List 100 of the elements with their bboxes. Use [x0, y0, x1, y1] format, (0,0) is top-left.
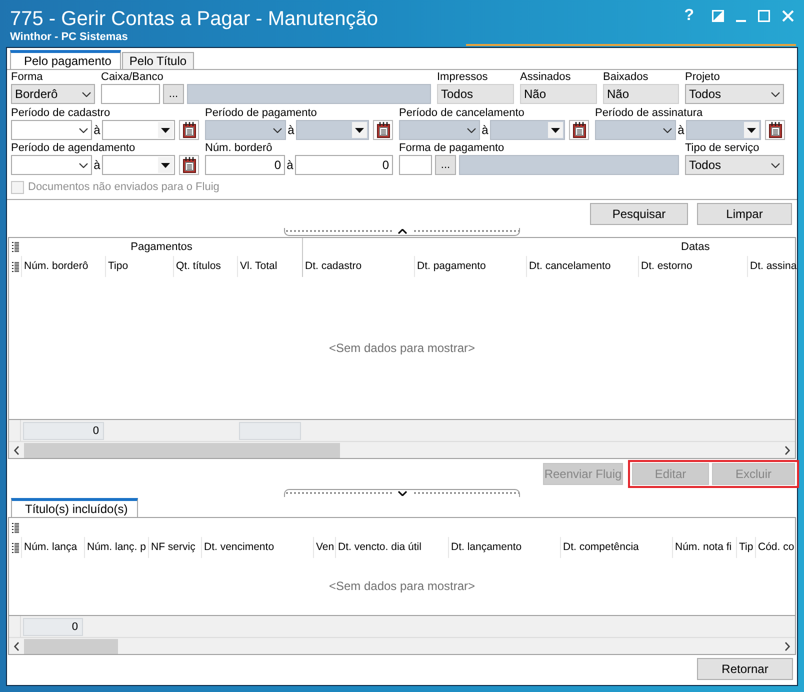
column-header[interactable]: Tipo	[105, 256, 173, 277]
splitter-handle[interactable]	[284, 228, 520, 236]
dropdown[interactable]: Todos	[685, 155, 784, 175]
column-header[interactable]: Vl. Total	[237, 256, 302, 277]
date-field[interactable]	[102, 120, 175, 140]
column-header[interactable]: Núm. nota fi	[672, 537, 736, 558]
field-label: Tipo de serviço	[685, 142, 760, 155]
column-header[interactable]: Dt. assina	[747, 256, 797, 277]
field-label: Período de cancelamento	[399, 107, 526, 120]
chevron-down-icon	[663, 128, 672, 132]
list-icon[interactable]	[12, 262, 18, 272]
scrollbar-thumb[interactable]	[24, 442, 340, 458]
field-label: Forma	[11, 71, 44, 84]
number-field[interactable]: 0	[295, 155, 393, 175]
summary-field: 0	[23, 618, 83, 636]
field-label: Período de assinatura	[595, 107, 704, 120]
column-header[interactable]: Cód. co	[755, 537, 795, 558]
dropdown-button[interactable]	[158, 157, 173, 173]
code-field[interactable]	[399, 155, 432, 175]
empty-message: <Sem dados para mostrar>	[328, 579, 476, 594]
band-header: Datas	[302, 238, 795, 256]
calendar-button[interactable]	[179, 120, 199, 140]
chevron-down-icon	[771, 162, 780, 168]
column-header[interactable]: Tip	[736, 537, 755, 558]
calendar-button[interactable]	[179, 155, 199, 175]
range-separator: à	[92, 158, 102, 172]
column-header[interactable]: Dt. vencto. dia útil	[335, 537, 448, 558]
chevron-down-icon	[79, 128, 88, 132]
field-label: Projeto	[685, 71, 721, 84]
column-header[interactable]: Dt. pagamento	[414, 256, 526, 277]
column-header[interactable]: Dt. estorno	[638, 256, 747, 277]
calendar-icon	[376, 122, 390, 138]
tab[interactable]: Pelo Título	[122, 52, 194, 69]
chevron-down-icon	[82, 92, 91, 96]
range-separator: à	[286, 158, 294, 172]
empty-message: <Sem dados para mostrar>	[328, 340, 476, 356]
column-header[interactable]: Dt. lançamento	[448, 537, 560, 558]
calendar-icon	[182, 157, 196, 173]
column-header[interactable]: Dt. vencimento	[201, 537, 313, 558]
number-field[interactable]: 0	[205, 155, 285, 175]
tab[interactable]: Título(s) incluído(s)	[11, 498, 138, 517]
summary-field: 0	[23, 422, 104, 440]
scrollbar-thumb[interactable]	[24, 638, 118, 654]
list-icon[interactable]	[12, 522, 18, 532]
triangle-down-icon	[161, 128, 170, 132]
column-header[interactable]: Ven	[313, 537, 335, 558]
caret-up-icon	[398, 229, 406, 234]
calendar-icon	[572, 122, 586, 138]
lookup-button[interactable]: ...	[163, 84, 184, 104]
triangle-down-icon	[161, 162, 170, 168]
readonly-field: Não	[603, 84, 679, 104]
band-header: Pagamentos	[130, 240, 194, 255]
checkbox-label: Documentos não enviados para o Fluig	[28, 181, 220, 194]
calendar-button[interactable]	[373, 120, 393, 140]
chevron-right-icon	[785, 642, 790, 650]
dropdown-button[interactable]	[158, 122, 173, 138]
search-button[interactable]: Pesquisar	[590, 203, 688, 225]
chevron-left-icon	[14, 642, 19, 650]
clear-button[interactable]: Limpar	[697, 203, 792, 225]
contrast-icon[interactable]	[712, 10, 724, 22]
column-header[interactable]: Dt. competência	[560, 537, 672, 558]
tab[interactable]: Pelo pagamento	[10, 50, 122, 69]
close-icon[interactable]	[782, 10, 794, 22]
window-title: 775 - Gerir Contas a Pagar - Manutenção	[9, 7, 378, 31]
lookup-button[interactable]: ...	[435, 155, 456, 175]
list-icon[interactable]	[12, 242, 18, 252]
calendar-icon	[182, 122, 196, 138]
triangle-down-icon	[551, 128, 560, 132]
return-button[interactable]: Retornar	[697, 658, 793, 680]
range-separator: à	[480, 122, 490, 138]
date-field[interactable]	[102, 155, 175, 175]
calendar-button[interactable]	[765, 120, 785, 140]
triangle-down-icon	[355, 128, 364, 132]
column-header[interactable]: NF serviç	[148, 537, 201, 558]
field-label: Núm. borderô	[205, 142, 274, 155]
readonly-field: Não	[520, 84, 597, 104]
dropdown[interactable]: Todos	[685, 84, 784, 104]
maximize-icon[interactable]	[758, 10, 770, 22]
column-header[interactable]: Núm. lança	[21, 537, 84, 558]
chevron-left-icon	[14, 446, 19, 454]
column-header[interactable]: Dt. cadastro	[302, 256, 414, 277]
list-icon[interactable]	[12, 542, 18, 552]
column-header[interactable]: Dt. cancelamento	[526, 256, 638, 277]
chevron-down-icon	[273, 128, 282, 132]
chevron-down-icon	[771, 92, 780, 96]
column-header[interactable]: Núm. lanç. p	[84, 537, 148, 558]
column-header[interactable]: Núm. borderô	[21, 256, 105, 277]
splitter-handle[interactable]	[284, 489, 520, 497]
triangle-down-icon	[747, 128, 756, 132]
chevron-down-icon	[79, 162, 88, 168]
dropdown[interactable]: Borderô	[11, 84, 95, 104]
range-separator: à	[676, 122, 686, 138]
code-field[interactable]	[101, 84, 160, 104]
window-subtitle: Winthor - PC Sistemas	[9, 31, 129, 44]
field-label: Baixados	[603, 71, 650, 84]
calendar-button[interactable]	[569, 120, 589, 140]
column-header[interactable]: Qt. títulos	[173, 256, 237, 277]
readonly-field: Todos	[437, 84, 514, 104]
chevron-down-icon	[467, 128, 476, 132]
field-label: Impressos	[437, 71, 489, 84]
